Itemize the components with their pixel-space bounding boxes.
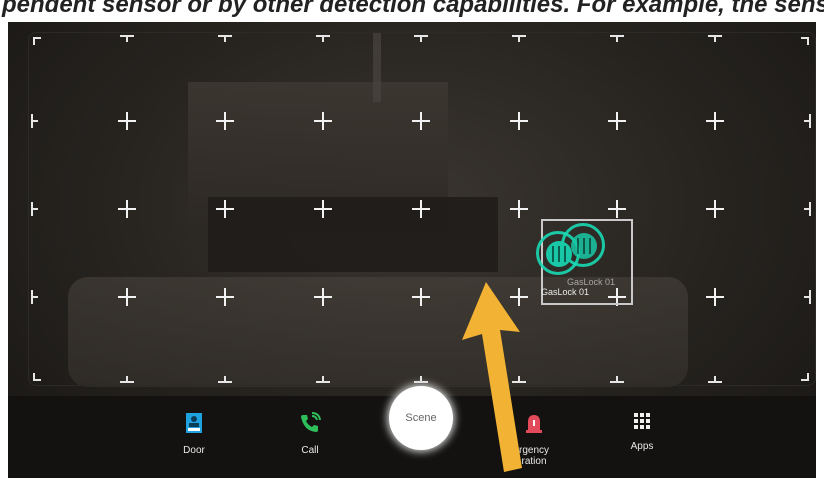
device-shadow-label: GasLock 01 — [567, 277, 616, 287]
grid-cross-mark — [118, 112, 136, 130]
document-caption-text: pendent sensor or by other detection cap… — [2, 0, 824, 18]
grid-cross-mark — [706, 112, 724, 130]
grid-cross-mark — [118, 288, 136, 306]
grid-cross-mark — [118, 200, 136, 218]
grid-cross-mark — [314, 288, 332, 306]
grid-edge-tick — [804, 296, 811, 298]
grid-edge-tick — [420, 376, 422, 383]
grid-edge-tick — [804, 208, 811, 210]
grid-cross-mark — [608, 112, 626, 130]
grid-edge-tick — [807, 373, 809, 381]
grid-cross-mark — [314, 112, 332, 130]
dock-door-button[interactable]: Door — [154, 412, 234, 456]
annotation-arrow-icon — [462, 282, 522, 472]
grid-edge-tick — [31, 296, 38, 298]
dock-call-button[interactable]: Call — [270, 412, 350, 456]
document-caption-strip: pendent sensor or by other detection cap… — [0, 0, 824, 22]
grid-edge-tick — [126, 35, 128, 42]
grid-cross-mark — [216, 288, 234, 306]
device-selection-box[interactable]: GasLock 01 GasLock 01 — [536, 219, 633, 305]
grid-cross-mark — [706, 200, 724, 218]
grid-edge-tick — [714, 35, 716, 42]
gas-lock-shadow-icon — [571, 233, 597, 259]
grid-cross-mark — [412, 112, 430, 130]
grid-edge-tick — [518, 35, 520, 42]
grid-cross-mark — [510, 112, 528, 130]
grid-cross-mark — [412, 288, 430, 306]
grid-edge-tick — [807, 37, 809, 45]
grid-cross-mark — [412, 200, 430, 218]
door-icon — [154, 412, 234, 439]
scene-button-label: Scene — [405, 412, 437, 424]
gas-lock-icon[interactable] — [546, 241, 572, 267]
dock-apps-label: Apps — [630, 441, 654, 452]
grid-edge-tick — [126, 376, 128, 383]
grid-edge-tick — [420, 35, 422, 42]
grid-edge-tick — [31, 208, 38, 210]
grid-edge-tick — [714, 376, 716, 383]
device-label: GasLock 01 — [541, 287, 590, 297]
dock-door-label: Door — [183, 445, 205, 456]
grid-cross-mark — [314, 200, 332, 218]
grid-apps-icon — [602, 412, 682, 435]
grid-edge-tick — [322, 376, 324, 383]
grid-edge-tick — [33, 373, 35, 381]
grid-edge-tick — [31, 120, 38, 122]
grid-cross-mark — [608, 200, 626, 218]
grid-cross-mark — [216, 200, 234, 218]
dock-apps-button[interactable]: Apps — [602, 412, 682, 452]
grid-edge-tick — [804, 120, 811, 122]
scene-button[interactable]: Scene — [389, 386, 453, 450]
grid-edge-tick — [616, 35, 618, 42]
device-placement-grid[interactable]: GasLock 01 GasLock 01 — [28, 32, 816, 386]
device-screen: GasLock 01 GasLock 01 Door Call rgency r… — [8, 22, 816, 478]
phone-call-icon — [270, 412, 350, 439]
grid-cross-mark — [706, 288, 724, 306]
grid-edge-tick — [616, 376, 618, 383]
grid-edge-tick — [33, 37, 35, 45]
grid-cross-mark — [216, 112, 234, 130]
grid-cross-mark — [510, 200, 528, 218]
grid-edge-tick — [224, 35, 226, 42]
grid-edge-tick — [322, 35, 324, 42]
grid-edge-tick — [224, 376, 226, 383]
dock-call-label: Call — [301, 445, 319, 456]
